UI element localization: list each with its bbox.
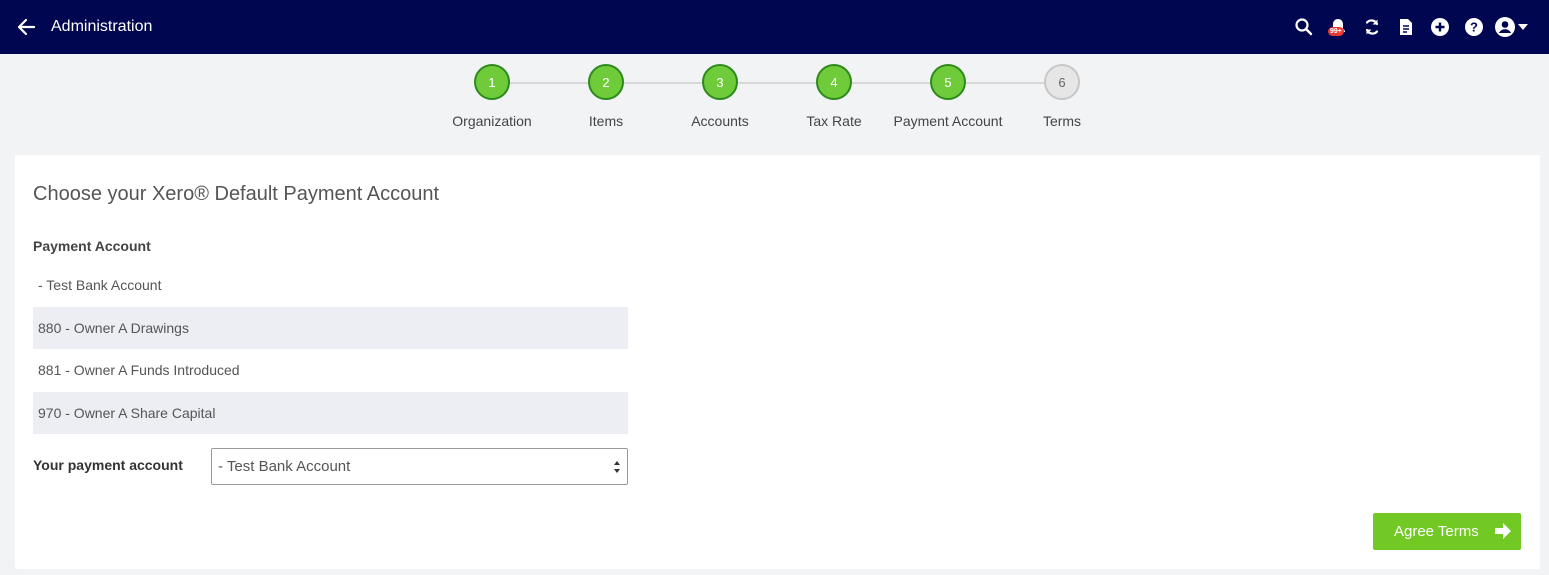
list-item: 880 - Owner A Drawings — [33, 307, 628, 349]
toolbar-icons: 99+ ? — [1287, 12, 1531, 42]
payment-account-section-label: Payment Account — [33, 238, 151, 254]
step-4-circle[interactable]: 4 — [816, 64, 852, 100]
card-title: Choose your Xero® Default Payment Accoun… — [33, 183, 440, 205]
account-menu-icon[interactable] — [1491, 12, 1531, 42]
step-2-circle[interactable]: 2 — [588, 64, 624, 100]
agree-terms-label: Agree Terms — [1394, 523, 1479, 540]
payment-account-field-label: Your payment account — [33, 457, 183, 473]
search-icon[interactable] — [1287, 12, 1321, 42]
step-1-circle[interactable]: 1 — [474, 64, 510, 100]
payment-account-select[interactable]: - Test Bank Account — [211, 448, 628, 485]
document-icon[interactable] — [1389, 12, 1423, 42]
chevron-down-icon — [1518, 24, 1528, 30]
setup-stepper — [0, 54, 1549, 154]
step-6-circle[interactable]: 6 — [1044, 64, 1080, 100]
select-arrows-icon — [614, 461, 620, 473]
notifications-bell-icon[interactable]: 99+ — [1321, 12, 1355, 42]
add-circle-icon[interactable] — [1423, 12, 1457, 42]
notification-count-badge: 99+ — [1328, 27, 1344, 36]
list-item: 881 - Owner A Funds Introduced — [38, 362, 240, 378]
step-connector — [624, 82, 704, 84]
step-connector — [510, 82, 590, 84]
step-connector — [966, 82, 1046, 84]
step-connector — [852, 82, 932, 84]
sync-icon[interactable] — [1355, 12, 1389, 42]
svg-text:?: ? — [1470, 20, 1478, 35]
help-icon[interactable]: ? — [1457, 12, 1491, 42]
list-item: - Test Bank Account — [38, 277, 162, 293]
selected-value: - Test Bank Account — [218, 458, 351, 475]
step-6-label: Terms — [1042, 113, 1082, 129]
step-connector — [738, 82, 818, 84]
step-3-circle[interactable]: 3 — [702, 64, 738, 100]
top-navigation-bar: Administration 99+ ? — [0, 0, 1549, 54]
agree-terms-button[interactable]: Agree Terms — [1373, 513, 1521, 550]
page-title: Administration — [51, 18, 153, 35]
arrow-right-icon — [1495, 523, 1511, 539]
back-arrow-icon[interactable] — [16, 17, 36, 37]
step-5-circle[interactable]: 5 — [930, 64, 966, 100]
list-item: 970 - Owner A Share Capital — [33, 392, 628, 434]
